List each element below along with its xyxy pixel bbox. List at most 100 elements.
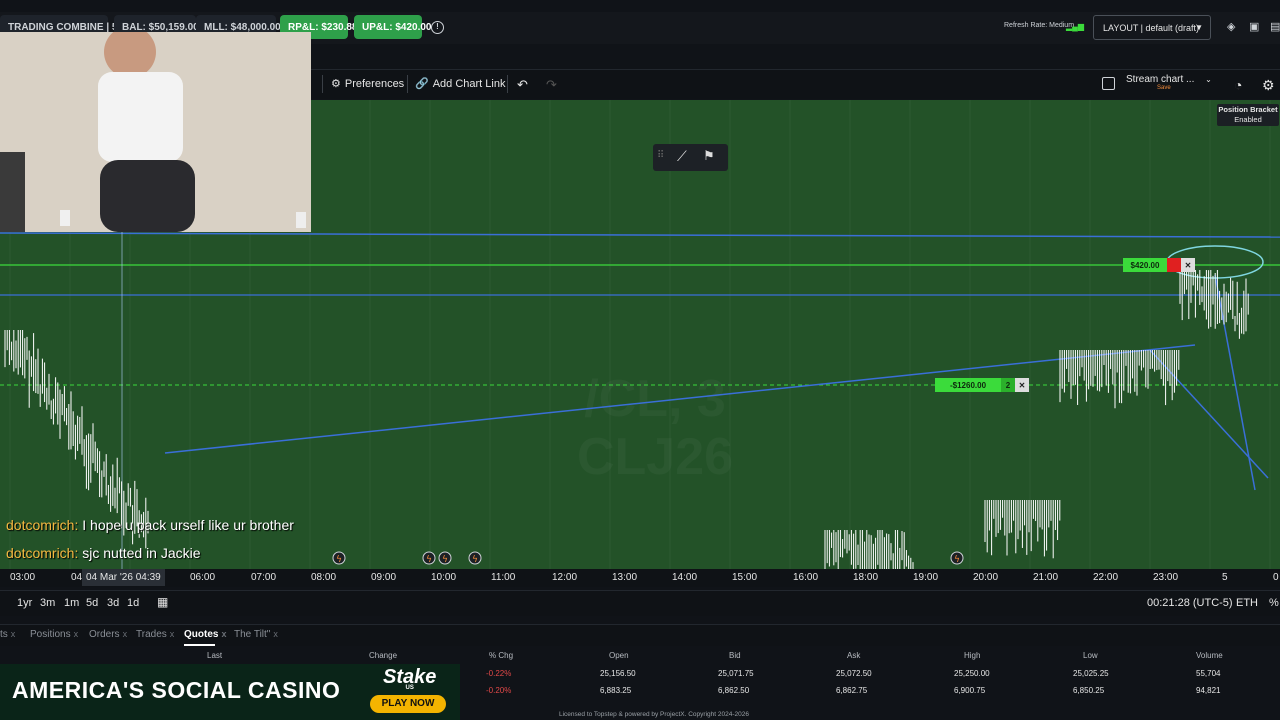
range-1m-button[interactable]: 1m bbox=[64, 597, 79, 609]
settings-gear-icon[interactable]: ⚙ bbox=[1262, 77, 1275, 94]
trend-line bbox=[1214, 274, 1256, 491]
stop-loss-qty: 2 bbox=[1001, 378, 1015, 392]
col-header-change[interactable]: Change bbox=[369, 651, 397, 660]
preferences-label: Preferences bbox=[344, 77, 405, 90]
refresh-rate-label: Refresh Rate: Medium bbox=[1004, 22, 1075, 29]
ask-cell: 25,072.50 bbox=[836, 669, 872, 678]
bid-cell: 6,862.50 bbox=[718, 686, 750, 695]
col-header-high[interactable]: High bbox=[964, 651, 980, 660]
low-cell: 6,850.25 bbox=[1073, 686, 1105, 695]
time-tick-label: 09:00 bbox=[371, 572, 397, 583]
economic-event-glyph: ϟ bbox=[442, 555, 448, 565]
tab-the-tilt[interactable]: The Tilt" x bbox=[234, 629, 278, 640]
percent-toggle[interactable]: % bbox=[1269, 597, 1279, 609]
fib-tool-icon[interactable]: ⚑ bbox=[703, 148, 715, 164]
stop-loss-order[interactable]: -$1260.00 2 ✕ bbox=[935, 378, 1030, 392]
tab-label: Positions bbox=[30, 629, 71, 640]
tab-quotes[interactable]: Quotes x bbox=[184, 629, 226, 640]
tab-label: ts bbox=[0, 629, 8, 640]
pct-chg-cell: -0.20% bbox=[486, 686, 512, 695]
stream-chart-dropdown[interactable]: Stream chart ... ⌄ bbox=[1126, 74, 1212, 85]
col-header-open[interactable]: Open bbox=[609, 651, 629, 660]
range-5d-button[interactable]: 5d bbox=[86, 597, 98, 609]
trendline-tool-icon[interactable]: ⟋ bbox=[677, 148, 687, 165]
close-icon[interactable]: x bbox=[273, 629, 278, 639]
col-header-ask[interactable]: Ask bbox=[847, 651, 860, 660]
stream-save-label[interactable]: Save bbox=[1157, 85, 1171, 91]
tab-label: Trades bbox=[136, 629, 167, 640]
close-icon[interactable]: x bbox=[123, 629, 128, 639]
range-1d-button[interactable]: 1d bbox=[127, 597, 139, 609]
tab-accounts[interactable]: ts x bbox=[0, 629, 15, 640]
time-tick-label: 15:00 bbox=[732, 572, 758, 583]
time-tick-label: 20:00 bbox=[973, 572, 999, 583]
economic-event-glyph: ϟ bbox=[336, 555, 342, 565]
chat-username: dotcomrich: bbox=[6, 517, 79, 533]
preferences-button[interactable]: ⚙ Preferences bbox=[331, 77, 405, 91]
position-bracket-badge[interactable]: Position Bracket Enabled bbox=[1217, 104, 1279, 126]
webcam-overlay bbox=[0, 32, 311, 232]
redo-icon: ↷ bbox=[546, 77, 557, 92]
col-header-bid[interactable]: Bid bbox=[729, 651, 741, 660]
undo-button[interactable]: ↶ bbox=[517, 77, 528, 93]
range-3d-button[interactable]: 3d bbox=[107, 597, 119, 609]
ad-play-now-button[interactable]: PLAY NOW bbox=[370, 695, 446, 713]
toolbar-divider bbox=[507, 75, 508, 93]
close-icon[interactable]: x bbox=[11, 629, 16, 639]
low-cell: 25,025.25 bbox=[1073, 669, 1109, 678]
pie-chart-icon[interactable]: ◔ bbox=[1234, 77, 1242, 93]
tab-positions[interactable]: Positions x bbox=[30, 629, 78, 640]
take-profit-label: $420.00 bbox=[1123, 258, 1167, 272]
open-cell: 6,883.25 bbox=[600, 686, 632, 695]
undo-icon: ↶ bbox=[517, 77, 528, 92]
stream-chart-checkbox[interactable] bbox=[1102, 77, 1115, 90]
license-footer: Licensed to Topstep & powered by Project… bbox=[559, 711, 749, 718]
signal-icon: ▂▄▆ bbox=[1066, 22, 1084, 31]
window-icon[interactable]: ▣ bbox=[1249, 20, 1259, 33]
bid-cell: 25,071.75 bbox=[718, 669, 754, 678]
time-tick-label: 18:00 bbox=[853, 572, 879, 583]
drag-handle-icon[interactable]: ⠿ bbox=[657, 150, 664, 161]
take-profit-order[interactable]: $420.00 ✕ bbox=[1123, 258, 1203, 272]
volume-cell: 55,704 bbox=[1196, 669, 1221, 678]
time-tick-label: 16:00 bbox=[793, 572, 819, 583]
col-header-pct-chg[interactable]: % Chg bbox=[489, 651, 513, 660]
cancel-stop-loss-icon[interactable]: ✕ bbox=[1015, 378, 1029, 392]
tab-label: Quotes bbox=[184, 629, 219, 640]
session-toggle[interactable]: ETH bbox=[1236, 597, 1258, 609]
redo-button[interactable]: ↷ bbox=[546, 77, 557, 93]
range-3m-button[interactable]: 3m bbox=[40, 597, 55, 609]
chat-message: dotcomrich: sjc nutted in Jackie bbox=[6, 545, 201, 561]
pct-chg-cell: -0.22% bbox=[486, 669, 512, 678]
tab-trades[interactable]: Trades x bbox=[136, 629, 174, 640]
fire-icon[interactable]: ◈ bbox=[1227, 20, 1235, 33]
info-icon[interactable]: ! bbox=[431, 21, 444, 34]
time-tick-label: 13:00 bbox=[612, 572, 638, 583]
col-header-last[interactable]: Last bbox=[207, 651, 222, 660]
cancel-take-profit-icon[interactable]: ✕ bbox=[1181, 258, 1195, 272]
time-tick-label: 22:00 bbox=[1093, 572, 1119, 583]
add-chart-link-label: Add Chart Link bbox=[432, 77, 506, 90]
position-bracket-title: Position Bracket bbox=[1218, 105, 1278, 114]
close-icon[interactable]: x bbox=[170, 629, 175, 639]
col-header-volume[interactable]: Volume bbox=[1196, 651, 1223, 660]
chevron-down-icon: ⌄ bbox=[1205, 75, 1212, 84]
close-icon[interactable]: x bbox=[74, 629, 79, 639]
col-header-low[interactable]: Low bbox=[1083, 651, 1098, 660]
calendar-icon[interactable]: ▦ bbox=[157, 595, 168, 609]
close-icon[interactable]: x bbox=[221, 629, 226, 639]
chevron-down-icon: ▼ bbox=[1195, 23, 1203, 32]
range-1yr-button[interactable]: 1yr bbox=[17, 597, 32, 609]
horizontal-line bbox=[0, 232, 1280, 238]
active-tab-indicator bbox=[184, 644, 215, 646]
stream-chart-label: Stream chart ... bbox=[1126, 74, 1195, 85]
ask-cell: 6,862.75 bbox=[836, 686, 868, 695]
drawing-tools-palette: ⠿ ⟋ ⚑ bbox=[653, 144, 728, 171]
layout-dropdown[interactable]: LAYOUT | default (draft) ▼ bbox=[1093, 15, 1211, 40]
time-tick-label: 07:00 bbox=[251, 572, 277, 583]
tab-orders[interactable]: Orders x bbox=[89, 629, 127, 640]
add-chart-link-button[interactable]: 🔗 Add Chart Link bbox=[415, 77, 506, 91]
grid-icon[interactable]: ▤ bbox=[1270, 20, 1280, 33]
chat-text: sjc nutted in Jackie bbox=[78, 545, 201, 561]
chat-message: dotcomrich: I hope u pack urself like ur… bbox=[6, 517, 294, 533]
